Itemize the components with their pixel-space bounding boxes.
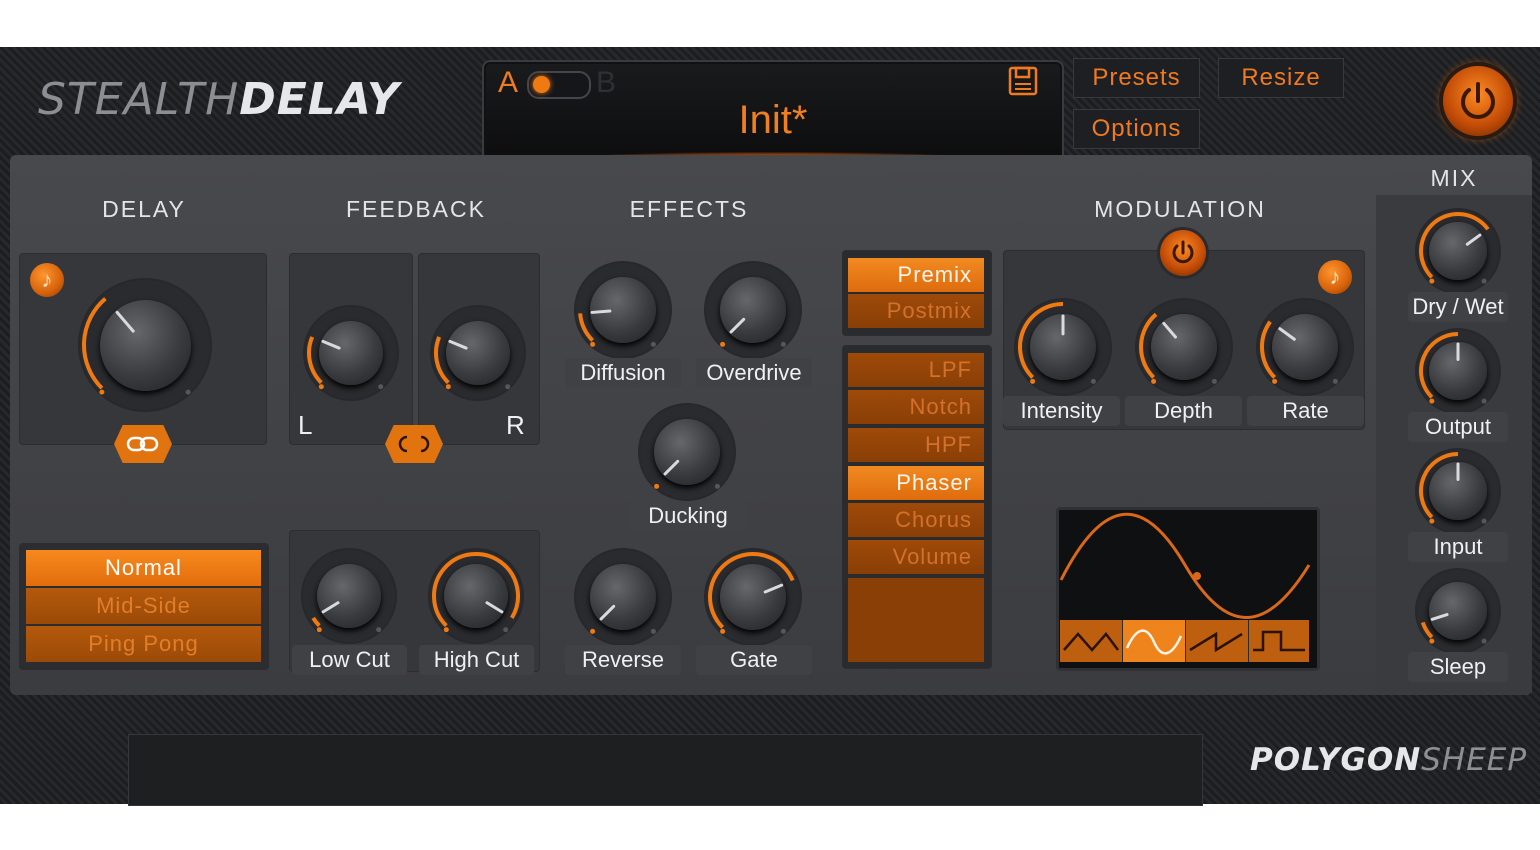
reverse-label: Reverse	[565, 645, 681, 675]
status-bar	[128, 734, 1203, 806]
section-title-effects: EFFECTS	[629, 196, 749, 222]
lfo-waveform	[1059, 512, 1311, 619]
company-logo: POLYGONSHEEP	[1250, 742, 1528, 778]
intensity-knob[interactable]	[1016, 300, 1110, 394]
reverse-knob[interactable]	[576, 550, 670, 644]
ducking-label: Ducking	[630, 501, 746, 531]
fx-type-volume[interactable]: Volume	[848, 540, 984, 574]
high-cut-knob[interactable]	[430, 550, 522, 642]
ab-label-b: B	[596, 66, 617, 99]
diffusion-label: Diffusion	[565, 358, 681, 388]
rate-sync-icon[interactable]: ♪	[1318, 260, 1352, 294]
ab-label-a: A	[498, 66, 519, 99]
fx-routing-premix[interactable]: Premix	[848, 258, 984, 292]
saw-wave-icon	[1189, 631, 1243, 653]
delay-time-knob[interactable]	[80, 280, 210, 410]
section-title-mix: MIX	[1430, 165, 1478, 191]
modulation-power-icon[interactable]	[1160, 230, 1206, 276]
rate-label: Rate	[1247, 396, 1364, 426]
diffusion-knob[interactable]	[576, 263, 670, 357]
feedback-right-label: R	[506, 410, 525, 440]
intensity-label: Intensity	[1003, 396, 1120, 426]
fx-type-empty	[848, 578, 984, 662]
input-label: Input	[1408, 532, 1508, 562]
mode-option-mid-side[interactable]: Mid-Side	[26, 588, 261, 624]
section-title-feedback: FEEDBACK	[346, 196, 486, 222]
depth-knob[interactable]	[1137, 300, 1231, 394]
sine-wave-icon	[1125, 629, 1183, 655]
gate-label: Gate	[696, 645, 812, 675]
preset-name[interactable]: Init*	[482, 98, 1064, 143]
feedback-left-knob[interactable]	[305, 307, 397, 399]
lfo-shape-saw[interactable]	[1186, 620, 1250, 662]
fx-type-lpf[interactable]: LPF	[848, 353, 984, 387]
mode-option-ping-pong[interactable]: Ping Pong	[26, 626, 261, 662]
fx-type-chorus[interactable]: Chorus	[848, 503, 984, 537]
section-title-delay: DELAY	[102, 196, 186, 222]
low-cut-label: Low Cut	[292, 645, 407, 675]
output-knob[interactable]	[1417, 330, 1499, 412]
overdrive-label: Overdrive	[696, 358, 812, 388]
feedback-left-label: L	[298, 410, 313, 440]
feedback-link-icon[interactable]	[385, 425, 443, 463]
feedback-right-knob[interactable]	[432, 307, 524, 399]
lfo-shape-sine[interactable]	[1123, 620, 1187, 662]
options-button[interactable]: Options	[1073, 109, 1200, 149]
link-icon[interactable]	[114, 425, 172, 463]
fx-routing-postmix[interactable]: Postmix	[848, 294, 984, 328]
ducking-knob[interactable]	[640, 405, 734, 499]
note-sync-icon[interactable]: ♪	[30, 263, 64, 297]
save-icon[interactable]	[1008, 66, 1038, 96]
sleep-knob[interactable]	[1417, 570, 1499, 652]
gate-knob[interactable]	[706, 550, 800, 644]
fx-type-phaser[interactable]: Phaser	[848, 466, 984, 500]
product-logo: STEALTHDELAY	[38, 74, 400, 125]
fx-type-hpf[interactable]: HPF	[848, 428, 984, 462]
section-title-modulation: MODULATION	[1094, 196, 1266, 222]
lfo-shape-triangle[interactable]	[1060, 620, 1124, 662]
triangle-wave-icon	[1063, 632, 1119, 652]
ab-toggle[interactable]	[527, 71, 591, 99]
output-label: Output	[1408, 412, 1508, 442]
low-cut-knob[interactable]	[303, 550, 395, 642]
rate-knob[interactable]	[1258, 300, 1352, 394]
sleep-label: Sleep	[1408, 652, 1508, 682]
mode-option-normal[interactable]: Normal	[26, 550, 261, 586]
fx-type-notch[interactable]: Notch	[848, 390, 984, 424]
lfo-shape-square[interactable]	[1249, 620, 1309, 662]
resize-button[interactable]: Resize	[1218, 58, 1344, 98]
presets-button[interactable]: Presets	[1073, 58, 1200, 98]
depth-label: Depth	[1125, 396, 1242, 426]
square-wave-icon	[1253, 630, 1305, 652]
input-knob[interactable]	[1417, 450, 1499, 532]
dry-wet-label: Dry / Wet	[1408, 292, 1508, 322]
dry-wet-knob[interactable]	[1417, 210, 1499, 292]
power-icon[interactable]	[1443, 66, 1513, 136]
high-cut-label: High Cut	[419, 645, 534, 675]
overdrive-knob[interactable]	[706, 263, 800, 357]
